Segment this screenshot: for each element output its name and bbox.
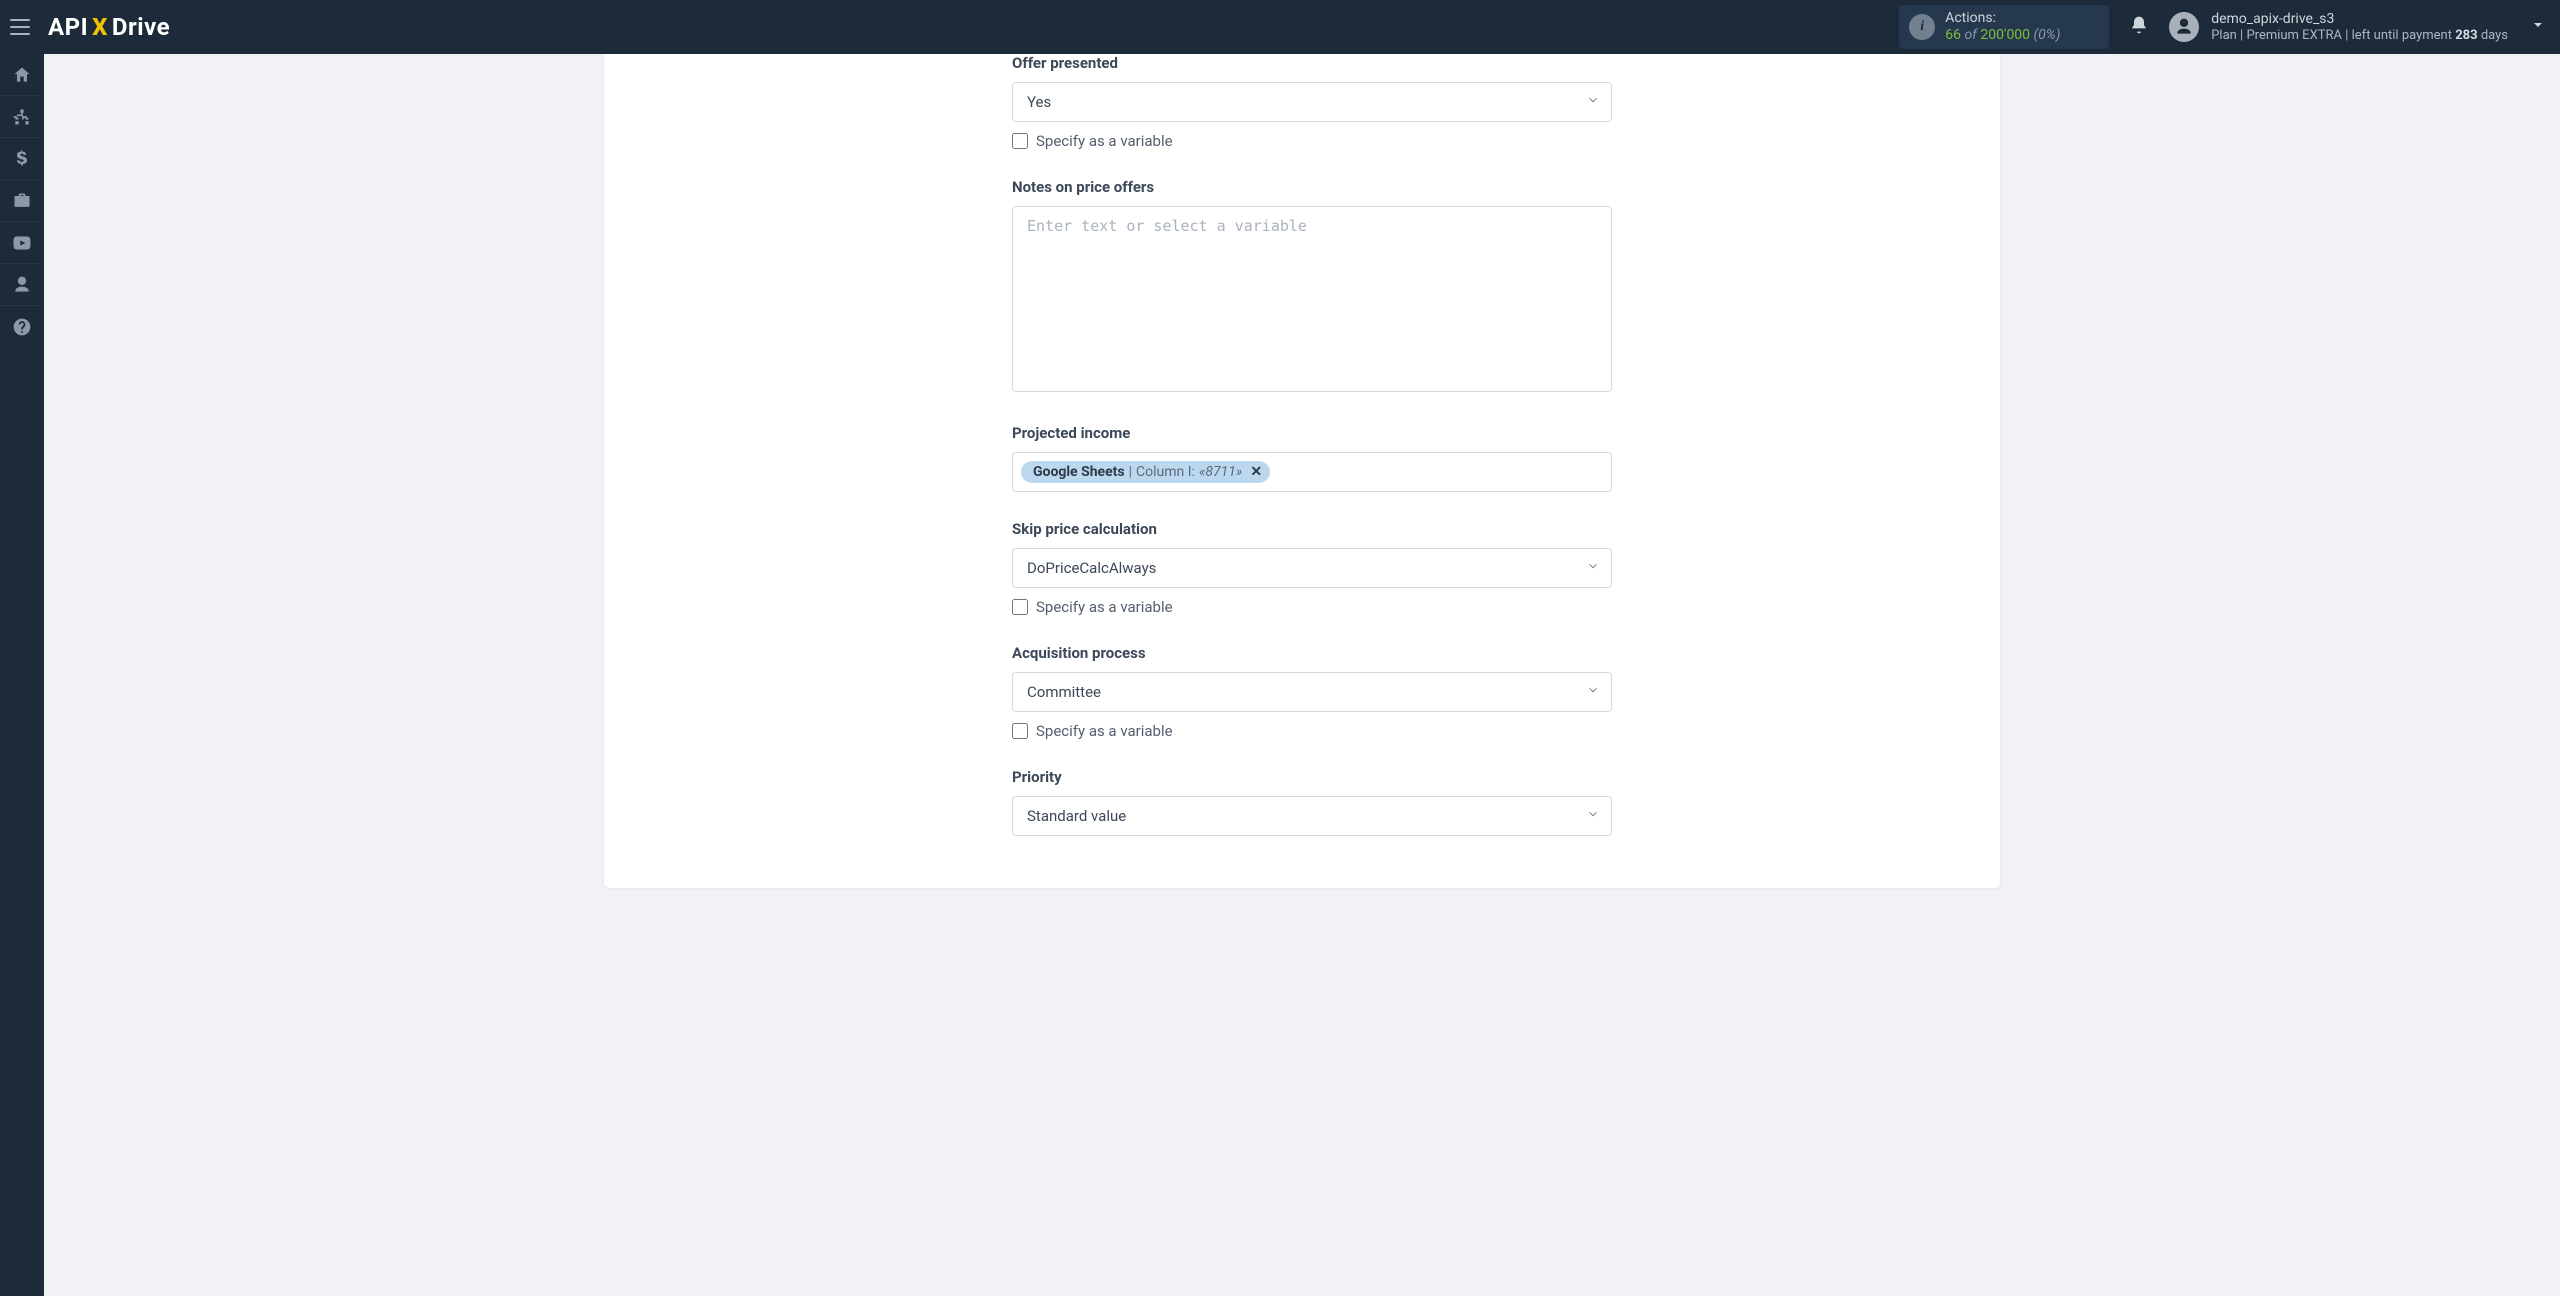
top-header: APIXDrive i Actions: 66 of 200'000 (0%)	[0, 0, 2560, 54]
dollar-icon	[12, 149, 32, 169]
main-canvas[interactable]: Offer presented Yes Specify as a variabl…	[44, 54, 2560, 1296]
token-remove-icon[interactable]: ✕	[1250, 464, 1262, 480]
logo-text-2: X	[90, 13, 110, 41]
rail-billing[interactable]	[0, 138, 44, 180]
actions-of: of	[1964, 27, 1976, 43]
field-projected-income: Projected income Google Sheets | Column …	[1012, 424, 1612, 492]
field-skip-calc: Skip price calculation DoPriceCalcAlways…	[1012, 520, 1612, 616]
label-offer-presented: Offer presented	[1012, 54, 1612, 72]
field-acquisition: Acquisition process Committee Specify as…	[1012, 644, 1612, 740]
plan-name: Premium EXTRA	[2246, 28, 2342, 43]
checkbox-label: Specify as a variable	[1036, 722, 1173, 740]
rail-user[interactable]	[0, 264, 44, 306]
token-column: Column I:	[1136, 464, 1195, 480]
actions-counter[interactable]: i Actions: 66 of 200'000 (0%)	[1899, 5, 2109, 49]
token-sep: |	[1129, 464, 1132, 480]
label-projected-income: Projected income	[1012, 424, 1612, 442]
label-priority: Priority	[1012, 768, 1612, 786]
field-offer-presented: Offer presented Yes Specify as a variabl…	[1012, 54, 1612, 150]
sitemap-icon	[12, 107, 32, 127]
logo[interactable]: APIXDrive	[48, 13, 170, 41]
label-notes: Notes on price offers	[1012, 178, 1612, 196]
rail-home[interactable]	[0, 54, 44, 96]
select-acquisition[interactable]: Committee	[1012, 672, 1612, 712]
briefcase-icon	[12, 191, 32, 211]
field-priority: Priority Standard value	[1012, 768, 1612, 836]
notifications-icon[interactable]	[2129, 15, 2149, 39]
actions-label: Actions:	[1945, 10, 2060, 27]
token-projected-income[interactable]: Google Sheets | Column I: «8711» ✕	[1021, 461, 1270, 483]
user-icon	[12, 275, 32, 295]
select-acquisition-value: Committee	[1027, 683, 1101, 701]
checkbox-input[interactable]	[1012, 133, 1028, 149]
settings-panel: Offer presented Yes Specify as a variabl…	[604, 54, 2000, 888]
rail-help[interactable]	[0, 306, 44, 348]
plan-days-num: 283	[2455, 28, 2477, 43]
textarea-notes[interactable]	[1012, 206, 1612, 392]
field-notes: Notes on price offers	[1012, 178, 1612, 396]
home-icon	[12, 65, 32, 85]
info-icon: i	[1909, 14, 1935, 40]
select-offer-presented[interactable]: Yes	[1012, 82, 1612, 122]
menu-toggle[interactable]	[10, 15, 34, 39]
token-value: «8711»	[1199, 464, 1242, 480]
select-skip-calc[interactable]: DoPriceCalcAlways	[1012, 548, 1612, 588]
account-menu[interactable]: demo_apix-drive_s3 Plan | Premium EXTRA …	[2169, 11, 2546, 43]
checkbox-acquisition-variable[interactable]: Specify as a variable	[1012, 722, 1612, 740]
label-acquisition: Acquisition process	[1012, 644, 1612, 662]
checkbox-input[interactable]	[1012, 599, 1028, 615]
rail-briefcase[interactable]	[0, 180, 44, 222]
account-name: demo_apix-drive_s3	[2211, 11, 2508, 28]
select-priority[interactable]: Standard value	[1012, 796, 1612, 836]
chevron-down-icon	[2520, 17, 2546, 37]
plan-days-word: days	[2481, 28, 2508, 43]
input-projected-income[interactable]: Google Sheets | Column I: «8711» ✕	[1012, 452, 1612, 492]
help-icon	[12, 317, 32, 337]
logo-text-1: API	[48, 13, 88, 41]
checkbox-offer-presented-variable[interactable]: Specify as a variable	[1012, 132, 1612, 150]
actions-total: 200'000	[1980, 27, 2030, 43]
logo-text-3: Drive	[112, 13, 170, 41]
left-rail	[0, 54, 44, 1296]
select-offer-presented-value: Yes	[1027, 93, 1051, 111]
plan-prefix: Plan |	[2211, 28, 2243, 43]
actions-pct: (0%)	[2034, 27, 2061, 43]
checkbox-label: Specify as a variable	[1036, 598, 1173, 616]
checkbox-skip-calc-variable[interactable]: Specify as a variable	[1012, 598, 1612, 616]
rail-connections[interactable]	[0, 96, 44, 138]
rail-youtube[interactable]	[0, 222, 44, 264]
actions-count: 66	[1945, 27, 1961, 43]
select-priority-value: Standard value	[1027, 807, 1126, 825]
label-skip-calc: Skip price calculation	[1012, 520, 1612, 538]
select-skip-calc-value: DoPriceCalcAlways	[1027, 559, 1156, 577]
plan-suffix: | left until payment	[2345, 28, 2452, 43]
token-source: Google Sheets	[1033, 464, 1125, 480]
checkbox-input[interactable]	[1012, 723, 1028, 739]
avatar-icon	[2169, 12, 2199, 42]
checkbox-label: Specify as a variable	[1036, 132, 1173, 150]
youtube-icon	[12, 233, 32, 253]
